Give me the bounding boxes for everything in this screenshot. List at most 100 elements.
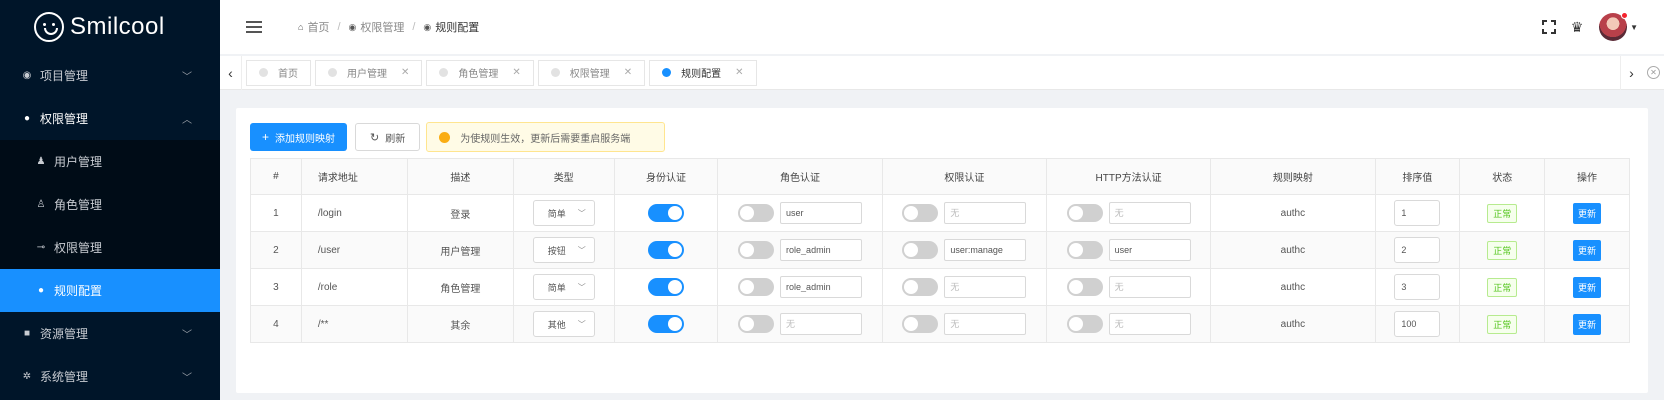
sidebar-item-projects[interactable]: ◉ 项目管理 ﹀ (0, 54, 220, 97)
sidebar-item-resources[interactable]: ■ 资源管理 ﹀ (0, 312, 220, 355)
logo[interactable]: Smilcool (0, 0, 220, 54)
role-auth-input[interactable] (780, 239, 863, 261)
notification-dot (1621, 12, 1629, 19)
rules-card: + 添加规则映射 ↻ 刷新 为使规则生效，更新后需要重启服务端 # 请求地址 描… (236, 108, 1648, 393)
shield-icon: ◉ (348, 21, 357, 32)
update-button[interactable]: 更新 (1573, 313, 1602, 335)
role-auth-switch[interactable] (738, 204, 775, 222)
table-row: 3 /role 角色管理 简单 ﹀ role_admin 无 无 authc 3… (250, 268, 1630, 306)
caret-down-icon[interactable]: ▼ (1630, 23, 1638, 32)
permission-auth-input[interactable] (944, 239, 1027, 261)
refresh-button[interactable]: ↻ 刷新 (355, 123, 421, 151)
row-description: 角色管理 (406, 268, 514, 306)
permission-auth-input[interactable] (944, 202, 1027, 224)
permission-auth-switch[interactable] (902, 241, 939, 259)
sidebar-item-perms[interactable]: ⊸ 权限管理 (0, 226, 220, 269)
status-badge: 正常 (1487, 314, 1518, 334)
type-select-value: 简单 (547, 208, 566, 219)
role-auth-switch[interactable] (738, 278, 775, 296)
menu-toggle-icon[interactable] (246, 21, 262, 33)
update-button[interactable]: 更新 (1573, 276, 1602, 298)
sort-order-input[interactable] (1394, 311, 1441, 337)
role-auth-switch[interactable] (738, 241, 775, 259)
sort-order-input[interactable] (1394, 274, 1441, 300)
role-auth-input[interactable] (780, 313, 863, 335)
sidebar-item-users[interactable]: ♟ 用户管理 (0, 140, 220, 183)
avatar[interactable] (1599, 12, 1629, 41)
http-method-auth-switch[interactable] (1066, 241, 1103, 259)
sidebar-item-permissions[interactable]: ● 权限管理 ︿ (0, 97, 220, 140)
tabs-scroll-right-icon[interactable]: › (1620, 55, 1642, 90)
http-method-auth-switch[interactable] (1066, 315, 1103, 333)
close-icon[interactable]: ✕ (735, 67, 743, 78)
column-header: 角色认证 (717, 158, 883, 195)
close-icon[interactable]: ✕ (624, 67, 632, 78)
tab-dot (662, 68, 672, 77)
tab-dot (328, 68, 337, 77)
sidebar-item-label: 权限管理 (40, 112, 89, 126)
update-button[interactable]: 更新 (1573, 202, 1602, 224)
tab-permissions[interactable]: 权限管理 ✕ (537, 59, 646, 86)
tab-rules[interactable]: 规则配置 ✕ (649, 59, 757, 86)
tabs-scroll-left-icon[interactable]: ‹ (220, 55, 242, 90)
identity-auth-switch[interactable] (647, 278, 684, 296)
tab-label: 权限管理 (569, 69, 610, 80)
smile-logo-icon (34, 12, 64, 42)
permission-auth-input[interactable] (944, 313, 1027, 335)
column-header: 描述 (406, 158, 514, 195)
column-header: 请求地址 (300, 158, 408, 195)
tab-home[interactable]: 首页 (246, 59, 311, 86)
breadcrumb-separator: / (337, 21, 341, 33)
http-method-auth-switch[interactable] (1066, 278, 1103, 296)
identity-auth-switch[interactable] (647, 204, 684, 222)
permission-auth-switch[interactable] (902, 278, 939, 296)
http-method-auth-input[interactable] (1108, 239, 1191, 261)
role-auth-switch[interactable] (738, 315, 775, 333)
tab-users[interactable]: 用户管理 ✕ (315, 59, 423, 86)
column-header: 规则映射 (1210, 158, 1376, 195)
sort-order-input[interactable] (1394, 237, 1441, 263)
add-rule-button[interactable]: + 添加规则映射 (250, 123, 348, 151)
type-select[interactable]: 简单 ﹀ (532, 274, 595, 300)
identity-auth-switch[interactable] (647, 241, 684, 259)
column-header: 身份认证 (613, 158, 719, 195)
breadcrumb-permissions[interactable]: 权限管理 (360, 19, 404, 35)
identity-auth-switch[interactable] (647, 315, 684, 333)
permission-auth-switch[interactable] (902, 315, 939, 333)
close-icon[interactable]: ✕ (512, 67, 520, 78)
sidebar-item-rules[interactable]: ● 规则配置 (0, 269, 220, 312)
request-path: /** (300, 305, 408, 343)
folder-icon: ■ (23, 328, 31, 339)
http-method-auth-input[interactable] (1108, 202, 1191, 224)
request-path: /user (300, 231, 408, 269)
permission-auth-input[interactable] (944, 276, 1027, 298)
sort-order-input[interactable] (1394, 200, 1441, 226)
type-select[interactable]: 其他 ﹀ (532, 311, 595, 337)
http-method-auth-switch[interactable] (1066, 204, 1103, 222)
role-auth-input[interactable] (780, 202, 863, 224)
type-select-value: 按钮 (547, 245, 566, 256)
column-header: 排序值 (1374, 158, 1461, 195)
chevron-down-icon: ﹀ (577, 208, 586, 218)
type-select[interactable]: 简单 ﹀ (532, 200, 595, 226)
http-method-auth-input[interactable] (1108, 276, 1191, 298)
tab-dot (550, 68, 560, 77)
column-header: HTTP方法认证 (1045, 158, 1212, 195)
http-method-auth-input[interactable] (1108, 313, 1191, 335)
update-button[interactable]: 更新 (1573, 239, 1602, 261)
tab-roles[interactable]: 角色管理 ✕ (426, 59, 534, 86)
chevron-down-icon: ﹀ (182, 330, 192, 341)
sidebar-item-roles[interactable]: ♙ 角色管理 (0, 183, 220, 226)
permission-auth-switch[interactable] (902, 204, 939, 222)
close-icon[interactable]: ✕ (401, 67, 409, 78)
table-header-row: # 请求地址 描述 类型 身份认证 角色认证 权限认证 HTTP方法认证 规则映… (250, 158, 1630, 195)
restart-warning-alert: 为使规则生效，更新后需要重启服务端 (426, 122, 666, 152)
close-all-tabs-icon[interactable]: ✕ (1647, 66, 1660, 79)
sidebar-item-label: 规则配置 (54, 284, 103, 298)
type-select[interactable]: 按钮 ﹀ (532, 237, 595, 263)
breadcrumb-home[interactable]: 首页 (307, 19, 329, 35)
sidebar-item-system[interactable]: ✲ 系统管理 ﹀ (0, 355, 220, 398)
skin-icon[interactable]: ♛ (1569, 19, 1585, 35)
role-auth-input[interactable] (780, 276, 863, 298)
fullscreen-icon[interactable] (1541, 19, 1557, 35)
